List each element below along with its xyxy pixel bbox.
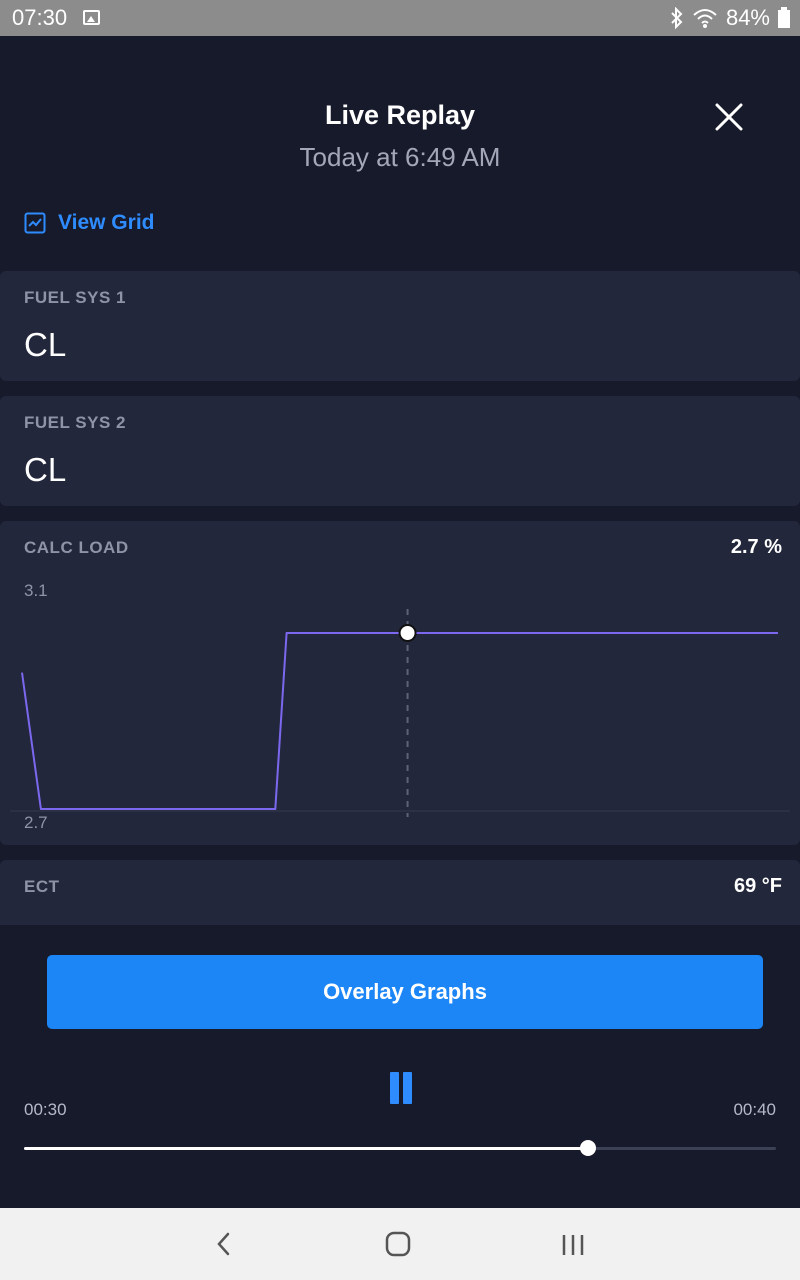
series-line bbox=[21, 632, 778, 810]
view-grid-label: View Grid bbox=[58, 211, 155, 234]
overlay-graphs-button[interactable]: Overlay Graphs bbox=[47, 955, 763, 1029]
status-time: 07:30 bbox=[12, 5, 68, 30]
navigation-bar bbox=[0, 1208, 800, 1280]
pause-icon[interactable] bbox=[386, 1068, 416, 1108]
close-icon[interactable] bbox=[708, 96, 750, 138]
page-subtitle: Today at 6:49 AM bbox=[299, 142, 501, 172]
card-label: ECT bbox=[24, 877, 60, 896]
time-start: 00:30 bbox=[24, 1100, 67, 1119]
image-notification-icon bbox=[83, 10, 100, 25]
live-replay-screen: Live Replay Today at 6:49 AM View Grid F… bbox=[0, 36, 800, 1208]
view-grid-link[interactable]: View Grid bbox=[24, 211, 154, 235]
recent-apps-icon[interactable] bbox=[553, 1226, 593, 1262]
bluetooth-icon bbox=[671, 7, 683, 29]
card-value: CL bbox=[24, 451, 67, 488]
battery-icon bbox=[778, 7, 790, 28]
calc-load-chart bbox=[10, 609, 790, 817]
home-icon[interactable] bbox=[378, 1226, 418, 1262]
slider-thumb[interactable] bbox=[580, 1140, 596, 1156]
status-bar: 07:30 84% bbox=[0, 0, 800, 36]
chart-icon bbox=[24, 212, 46, 234]
playback-slider[interactable] bbox=[24, 1140, 776, 1156]
wifi-icon bbox=[693, 9, 717, 28]
card-label: FUEL SYS 1 bbox=[24, 288, 126, 307]
card-label: FUEL SYS 2 bbox=[24, 413, 126, 432]
card-label: CALC LOAD bbox=[24, 538, 129, 557]
playback-panel: Overlay Graphs 00:30 00:40 bbox=[0, 925, 800, 1208]
calc-load-card: CALC LOAD 2.7 % 3.1 2.7 bbox=[0, 521, 800, 845]
axis-min-label: 2.7 bbox=[24, 813, 48, 832]
battery-level: 84% bbox=[725, 5, 770, 30]
back-icon[interactable] bbox=[204, 1226, 244, 1262]
card-value: 69 °F bbox=[733, 875, 782, 897]
page-title: Live Replay bbox=[324, 100, 476, 130]
time-end: 00:40 bbox=[733, 1100, 776, 1119]
slider-fill bbox=[24, 1147, 588, 1150]
axis-max-label: 3.1 bbox=[24, 581, 48, 600]
status-icons: 84% bbox=[670, 5, 790, 31]
card-value: 2.7 % bbox=[730, 536, 782, 558]
cursor-point bbox=[398, 624, 417, 642]
fuel-sys-1-card: FUEL SYS 1 CL bbox=[0, 271, 800, 381]
card-value: CL bbox=[24, 326, 67, 363]
fuel-sys-2-card: FUEL SYS 2 CL bbox=[0, 396, 800, 506]
